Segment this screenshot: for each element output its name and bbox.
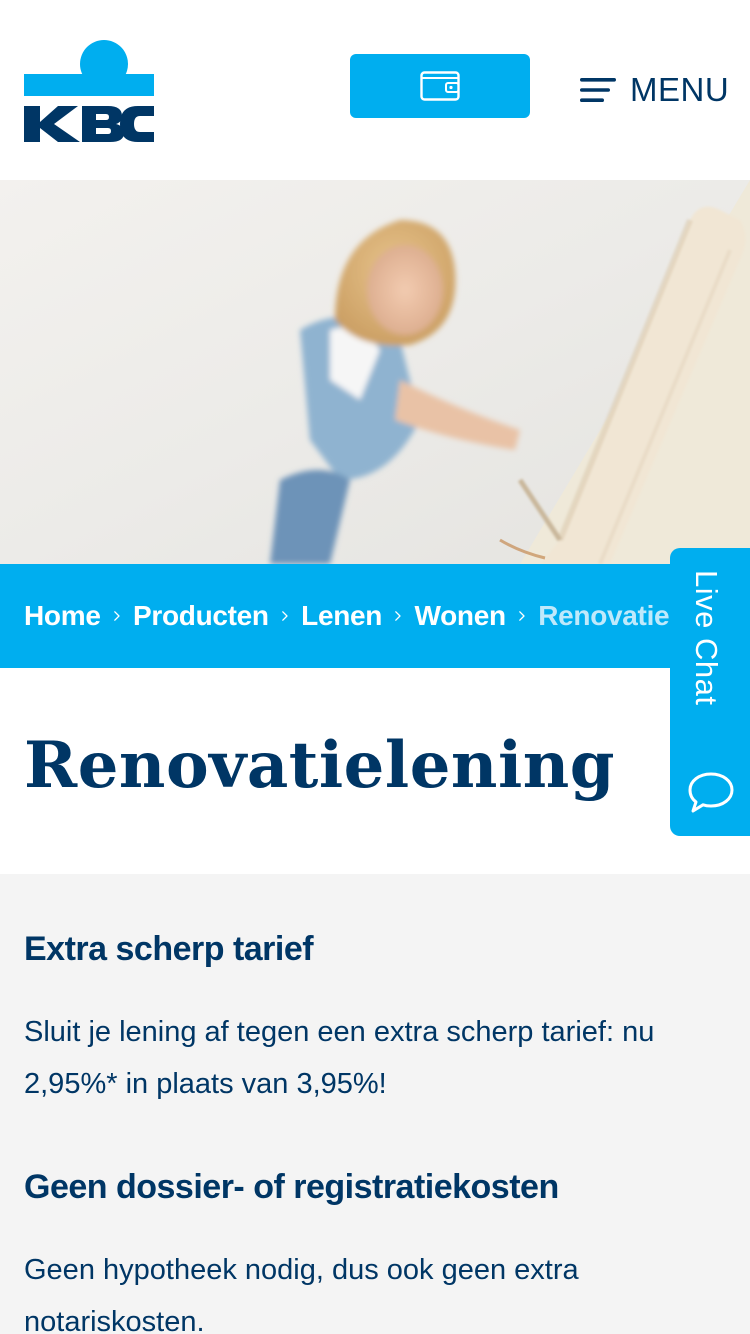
section-body-line: 2,95%* in plaats van 3,95%!	[24, 1068, 387, 1100]
wallet-icon	[420, 71, 460, 101]
hamburger-icon	[580, 78, 616, 102]
page-title: Renovatielening	[24, 728, 616, 803]
breadcrumb-lenen[interactable]: Lenen	[301, 600, 382, 632]
section-heading: Extra scherp tarief	[24, 930, 314, 968]
menu-label: MENU	[630, 71, 730, 108]
menu-button[interactable]: MENU	[580, 62, 729, 118]
title-section: Renovatielening	[0, 668, 750, 874]
live-chat-button[interactable]: Live Chat	[670, 548, 750, 836]
wallet-button[interactable]	[350, 54, 530, 118]
section-body-line: notariskosten.	[24, 1306, 205, 1334]
site-header: MENU	[0, 0, 750, 180]
breadcrumb-wonen[interactable]: Wonen	[415, 600, 507, 632]
section-body: Sluit je lening af tegen een extra scher…	[24, 1006, 714, 1110]
live-chat-label: Live Chat	[689, 570, 724, 706]
section-heading: Geen dossier- of registratiekosten	[24, 1168, 559, 1206]
chevron-right-icon	[281, 611, 288, 621]
benefits-section: Extra scherp tarief Sluit je lening af t…	[0, 874, 750, 1334]
section-body-line: Sluit je lening af tegen een extra scher…	[24, 1016, 655, 1048]
breadcrumb-producten[interactable]: Producten	[133, 600, 269, 632]
breadcrumb: Home Producten Lenen Wonen Renovatieleni…	[0, 564, 750, 668]
breadcrumb-home[interactable]: Home	[24, 600, 101, 632]
kbc-logo[interactable]	[24, 38, 154, 142]
section-body-line: Geen hypotheek nodig, dus ook geen extra	[24, 1254, 579, 1286]
chevron-right-icon	[518, 611, 525, 621]
section-body: Geen hypotheek nodig, dus ook geen extra…	[24, 1244, 714, 1334]
chevron-right-icon	[395, 611, 401, 621]
chat-bubble-icon	[688, 772, 734, 813]
chevron-right-icon	[113, 611, 120, 621]
hero-image	[0, 180, 750, 564]
